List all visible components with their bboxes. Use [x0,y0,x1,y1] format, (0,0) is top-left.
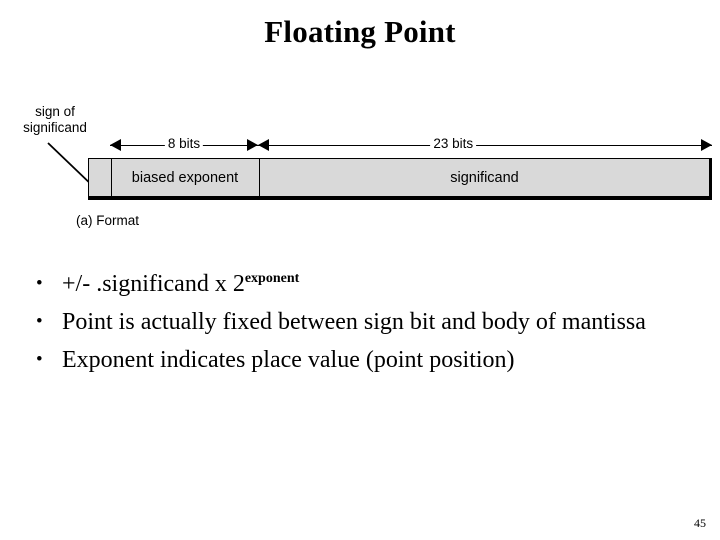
arrow-left-icon [110,139,121,151]
measure-label: 8 bits [164,136,204,151]
arrow-right-icon [701,139,712,151]
bullet-item-3: Exponent indicates place value (point po… [0,342,720,378]
bullet-list: +/- .significand x 2exponent Point is ac… [0,266,720,380]
measure-line [258,145,712,146]
bit-field-bar: biased exponent significand [88,158,712,200]
bullet-text-1: +/- .significand x 2 [62,271,245,297]
bullet-item-2: Point is actually fixed between sign bit… [0,304,720,340]
bullet-item-1: +/- .significand x 2exponent [0,266,720,302]
bullet-superscript-1: exponent [244,271,300,286]
field-significand: significand [450,169,519,186]
page-title: Floating Point [264,14,456,49]
sign-callout-line-2: significand [23,120,87,135]
measure-label: 23 bits [430,136,477,151]
arrow-right-icon [247,139,258,151]
measure-23-bits: 23 bits [258,136,712,153]
arrow-left-icon [258,139,269,151]
sign-callout-line-1: sign of [35,104,75,119]
floating-point-format-figure: sign of significand 8 bits 23 bits biase… [0,95,720,245]
page-number: 45 [694,516,706,530]
bullet-text-2: Point is actually fixed between sign bit… [62,309,646,335]
measure-8-bits: 8 bits [110,136,258,153]
sign-of-significand-label: sign of significand [12,104,98,136]
bullet-text-3: Exponent indicates place value (point po… [62,347,515,373]
field-biased-exponent: biased exponent [131,169,239,186]
figure-caption: (a) Format [76,213,140,228]
